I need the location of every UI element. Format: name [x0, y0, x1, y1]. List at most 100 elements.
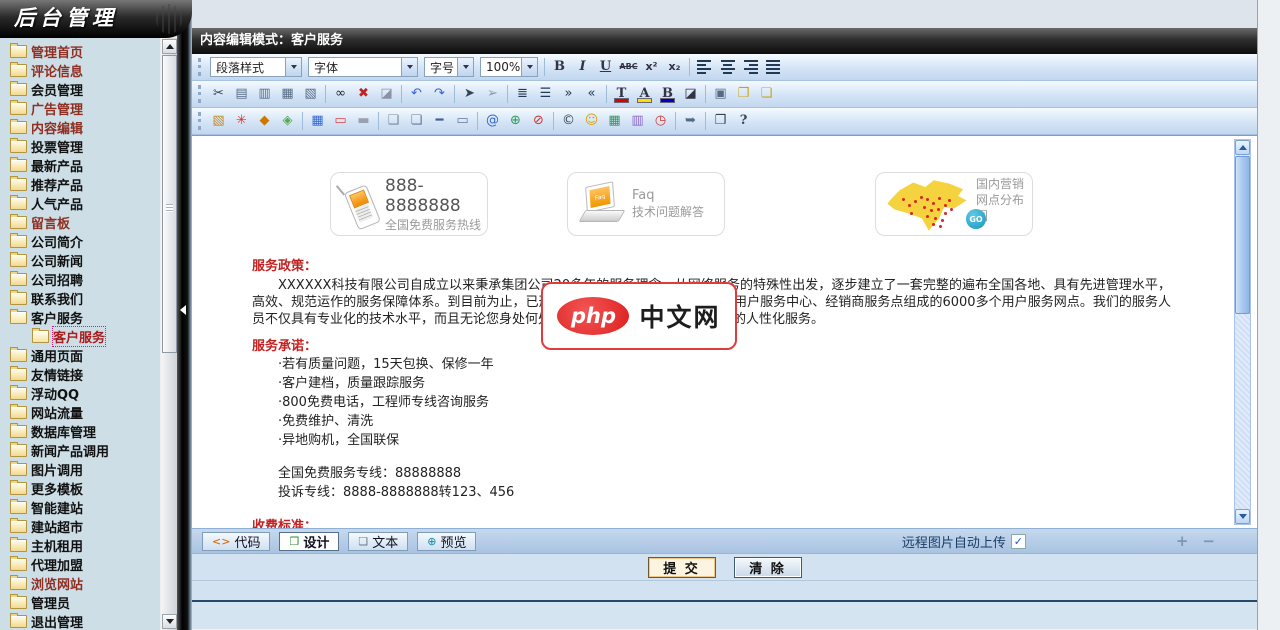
editor-canvas[interactable]: 888-8888888 全国免费服务热线 Faq Faq 技术问题解答 国内营销… [192, 135, 1257, 528]
world-link-button[interactable]: ⊕ [505, 111, 526, 131]
sidebar-item[interactable]: 浏览网站 [2, 574, 160, 593]
delete-button[interactable]: ✖ [353, 84, 374, 104]
sidebar-item[interactable]: 内容编辑 [2, 118, 160, 137]
highlight-color-button[interactable]: A [634, 84, 655, 104]
numbered-list-button[interactable]: ≣ [512, 84, 533, 104]
remove-link-button[interactable]: ⊘ [528, 111, 549, 131]
scroll-down-icon[interactable] [162, 614, 177, 629]
sidebar-item[interactable]: 更多模板 [2, 479, 160, 498]
redo-button[interactable]: ↷ [429, 84, 450, 104]
maximize-button[interactable]: ❒ [710, 111, 731, 131]
clear-button[interactable]: 清 除 [734, 557, 802, 578]
emoticon-button[interactable]: ☺ [581, 111, 602, 131]
sidebar-item[interactable]: 代理加盟 [2, 555, 160, 574]
outdent-button[interactable]: « [581, 84, 602, 104]
sidebar-item[interactable]: 联系我们 [2, 289, 160, 308]
font-color-button[interactable]: T [611, 84, 632, 104]
subscript-button[interactable]: x₂ [664, 57, 685, 77]
select-all-button[interactable]: ➢ [482, 84, 503, 104]
insert-image-button[interactable]: ▧ [208, 111, 229, 131]
sidebar-item[interactable]: 广告管理 [2, 99, 160, 118]
scroll-up-icon[interactable] [162, 39, 177, 54]
sidebar-item[interactable]: 人气产品 [2, 194, 160, 213]
insert-link-button[interactable]: @ [482, 111, 503, 131]
select-button[interactable]: ➤ [459, 84, 480, 104]
cut-button[interactable]: ✂ [208, 84, 229, 104]
spreadsheet-button[interactable]: ▦ [604, 111, 625, 131]
sidebar-item[interactable]: 推荐产品 [2, 175, 160, 194]
sidebar-item[interactable]: 投票管理 [2, 137, 160, 156]
sidebar-item[interactable]: 客户服务 [2, 308, 160, 327]
sidebar-item[interactable]: 友情链接 [2, 365, 160, 384]
font-size-select[interactable]: 字号 [424, 57, 474, 77]
undo-button[interactable]: ↶ [406, 84, 427, 104]
remote-upload-checkbox[interactable]: ✓ [1011, 534, 1026, 549]
clock-button[interactable]: ◷ [650, 111, 671, 131]
sidebar-item[interactable]: 公司简介 [2, 232, 160, 251]
tab-preview[interactable]: ⊕预览 [417, 532, 476, 551]
layout-area-button[interactable]: ▭ [330, 111, 351, 131]
submit-button[interactable]: 提 交 [648, 557, 716, 578]
border-button[interactable]: ▣ [710, 84, 731, 104]
scroll-down-icon[interactable] [1235, 509, 1250, 524]
paste-button[interactable]: ▥ [254, 84, 275, 104]
bold-color-button[interactable]: B [657, 84, 678, 104]
tab-code[interactable]: <>代码 [202, 532, 270, 551]
export-document-button[interactable]: ➥ [680, 111, 701, 131]
sidebar-item[interactable]: 浮动QQ [2, 384, 160, 403]
sidebar-item[interactable]: 新闻产品调用 [2, 441, 160, 460]
align-left-button[interactable] [694, 57, 715, 77]
insert-media-button[interactable]: ◆ [254, 111, 275, 131]
sidebar-item[interactable]: 最新产品 [2, 156, 160, 175]
sidebar-item[interactable]: 公司招聘 [2, 270, 160, 289]
contrast-button[interactable]: ◪ [680, 84, 701, 104]
paste-word-button[interactable]: ▧ [300, 84, 321, 104]
indent-button[interactable]: » [558, 84, 579, 104]
cell-properties-button[interactable]: ▬ [353, 111, 374, 131]
bold-button[interactable]: B [549, 57, 570, 77]
sidebar-item[interactable]: 建站超市 [2, 517, 160, 536]
sidebar-item[interactable]: 公司新闻 [2, 251, 160, 270]
sidebar-item[interactable]: 智能建站 [2, 498, 160, 517]
align-right-button[interactable] [740, 57, 761, 77]
calendar-button[interactable]: ▥ [627, 111, 648, 131]
tab-text[interactable]: ❏文本 [348, 532, 408, 551]
horizontal-rule-button[interactable]: ━ [429, 111, 450, 131]
sidebar-item[interactable]: 评论信息 [2, 61, 160, 80]
minus-icon[interactable]: − [1202, 534, 1215, 549]
sidebar-item[interactable]: 网站流量 [2, 403, 160, 422]
find-button[interactable]: ∞ [330, 84, 351, 104]
help-button[interactable]: ? [733, 111, 754, 131]
sidebar-item[interactable]: 通用页面 [2, 346, 160, 365]
sidebar-item[interactable]: 客户服务 [2, 327, 160, 346]
sidebar-item[interactable]: 管理首页 [2, 42, 160, 61]
sidebar-item[interactable]: 主机租用 [2, 536, 160, 555]
copy-button[interactable]: ▤ [231, 84, 252, 104]
underline-button[interactable]: U [595, 57, 616, 77]
insert-anchor-button[interactable]: ◈ [277, 111, 298, 131]
sidebar-scrollbar[interactable] [160, 38, 177, 630]
collapse-sidebar-handle[interactable] [180, 305, 186, 315]
insert-code-button[interactable]: ❑ [383, 111, 404, 131]
align-center-button[interactable] [717, 57, 738, 77]
strikethrough-button[interactable]: ABC [618, 57, 639, 77]
sidebar-item[interactable]: 图片调用 [2, 460, 160, 479]
sidebar-item[interactable]: 退出管理 [2, 612, 160, 630]
paragraph-style-select[interactable]: 段落样式 [210, 57, 302, 77]
font-select[interactable]: 字体 [308, 57, 418, 77]
align-justify-button[interactable] [763, 57, 784, 77]
sidebar-item[interactable]: 数据库管理 [2, 422, 160, 441]
text-box-button[interactable]: ▭ [452, 111, 473, 131]
editor-scrollbar[interactable] [1234, 139, 1251, 525]
tab-design[interactable]: ❐设计 [279, 532, 339, 551]
superscript-button[interactable]: x² [641, 57, 662, 77]
sidebar-scrollbar-thumb[interactable] [162, 55, 177, 353]
insert-table-button[interactable]: ▦ [307, 111, 328, 131]
sidebar-item[interactable]: 留言板 [2, 213, 160, 232]
italic-button[interactable]: I [572, 57, 593, 77]
copyright-button[interactable]: © [558, 111, 579, 131]
bring-forward-button[interactable]: ❐ [733, 84, 754, 104]
zoom-select[interactable]: 100% [480, 57, 538, 77]
paste-text-button[interactable]: ▦ [277, 84, 298, 104]
bullet-list-button[interactable]: ☰ [535, 84, 556, 104]
